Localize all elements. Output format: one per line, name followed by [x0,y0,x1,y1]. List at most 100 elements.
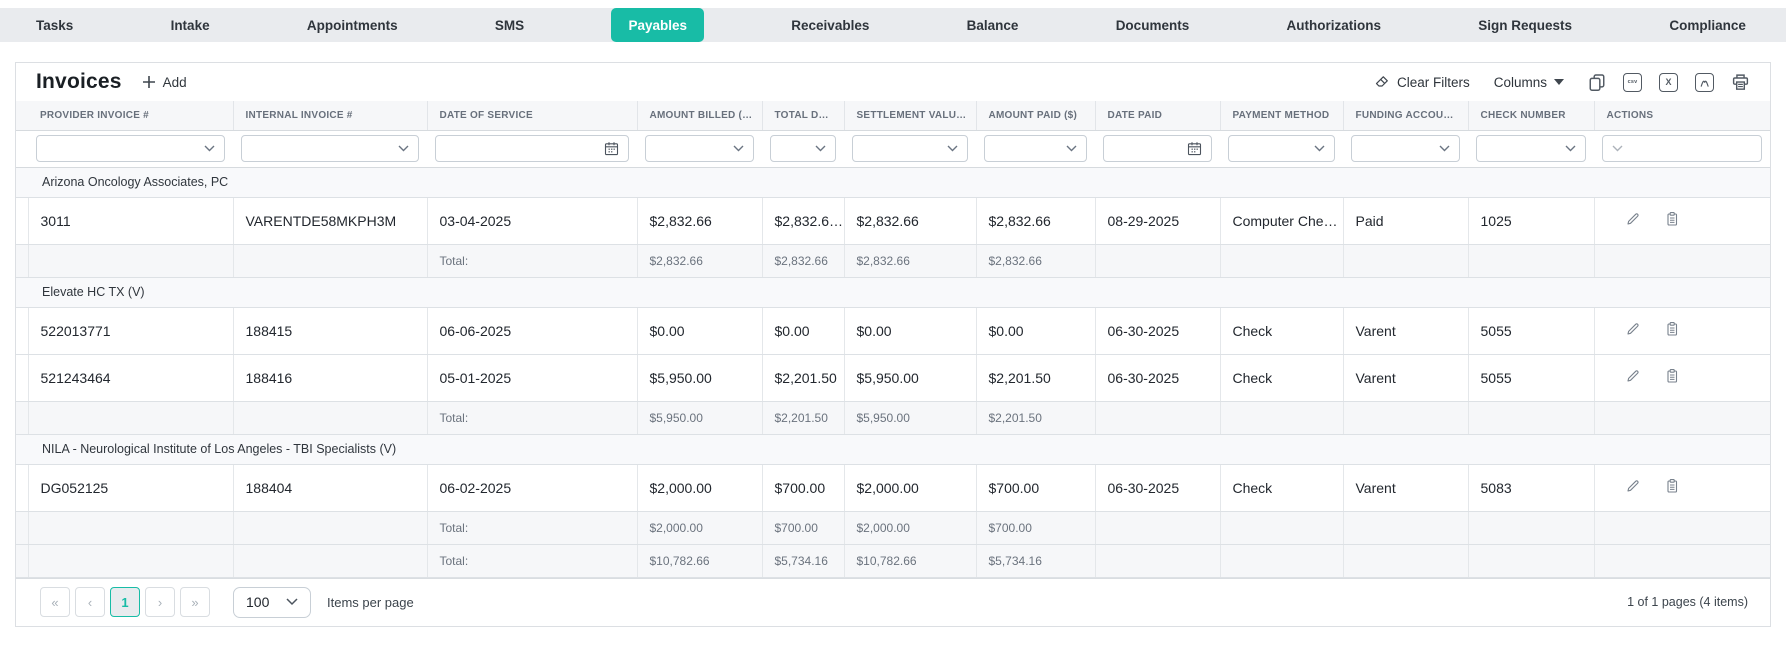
cell-amount-paid: $700.00 [976,464,1096,512]
edit-button[interactable] [1625,321,1641,337]
filter-amount-paid[interactable] [984,135,1087,162]
group-total-row: Total: $2,832.66 $2,832.66 $2,832.66 $2,… [16,244,1770,278]
next-page-button[interactable]: › [145,587,175,617]
cell-total-due: $2,201.50 [762,354,845,402]
cell-payment-method: Check [1220,354,1344,402]
cell-total-due: $0.00 [762,307,845,355]
table-row[interactable]: 3011 VARENTDE58MKPH3M 03-04-2025 $2,832.… [16,197,1770,245]
col-check-number[interactable]: CHECK NUMBER [1468,101,1595,131]
total-label: Total: [427,544,638,578]
filter-date-paid[interactable] [1103,135,1212,162]
tab-receivables[interactable]: Receivables [781,8,879,42]
table-row[interactable]: 521243464 188416 05-01-2025 $5,950.00 $2… [16,354,1770,402]
filter-total-due[interactable] [770,135,836,162]
filter-settlement-value[interactable] [852,135,968,162]
calendar-icon [604,141,619,156]
filter-actions[interactable] [1602,135,1762,162]
cell-payment-method: Computer Che… [1220,197,1344,245]
notes-button[interactable] [1664,368,1680,384]
edit-button[interactable] [1625,478,1641,494]
pager: « ‹ 1 › » 100 Items per page 1 of 1 page… [16,577,1770,626]
export-pdf-button[interactable] [1695,72,1714,92]
col-funding-account[interactable]: FUNDING ACCOU… [1343,101,1469,131]
tab-appointments[interactable]: Appointments [297,8,408,42]
filter-date-of-service[interactable] [435,135,629,162]
pencil-icon [1625,211,1641,227]
page-size-select[interactable]: 100 [233,586,311,618]
group-name: NILA - Neurological Institute of Los Ang… [16,433,1770,465]
cell-check-number: 5055 [1468,307,1595,355]
cell-check-number: 5055 [1468,354,1595,402]
col-payment-method[interactable]: PAYMENT METHOD [1220,101,1344,131]
toolbar-right: Clear Filters Columns csv X [1373,72,1750,92]
col-provider-invoice[interactable]: PROVIDER INVOICE # [28,101,234,131]
export-csv-button[interactable]: csv [1623,72,1642,92]
cell-date-of-service: 06-06-2025 [427,307,638,355]
cell-amount-paid: $0.00 [976,307,1096,355]
grand-total-amount-billed: $10,782.66 [637,544,763,578]
total-amount-billed: $2,832.66 [637,244,763,278]
group-header-row: Arizona Oncology Associates, PC [16,166,1770,198]
columns-button[interactable]: Columns [1494,75,1564,90]
last-page-button[interactable]: » [180,587,210,617]
tab-payables[interactable]: Payables [611,8,704,42]
group-header-row: Elevate HC TX (V) [16,276,1770,308]
edit-button[interactable] [1625,368,1641,384]
notes-button[interactable] [1664,321,1680,337]
clear-filters-button[interactable]: Clear Filters [1373,74,1470,90]
tab-compliance[interactable]: Compliance [1659,8,1756,42]
edit-button[interactable] [1625,211,1641,227]
col-date-paid[interactable]: DATE PAID [1095,101,1221,131]
first-page-button[interactable]: « [40,587,70,617]
col-amount-paid[interactable]: AMOUNT PAID ($) [976,101,1096,131]
tab-authorizations[interactable]: Authorizations [1276,8,1391,42]
total-settlement-value: $2,000.00 [844,511,977,545]
table-row[interactable]: 522013771 188415 06-06-2025 $0.00 $0.00 … [16,307,1770,355]
col-settlement-value[interactable]: SETTLEMENT VALU… [844,101,977,131]
group-total-row: Total: $2,000.00 $700.00 $2,000.00 $700.… [16,511,1770,545]
page-size-value: 100 [246,594,270,610]
col-internal-invoice[interactable]: INTERNAL INVOICE # [233,101,428,131]
notes-button[interactable] [1664,211,1680,227]
tab-documents[interactable]: Documents [1106,8,1200,42]
add-button[interactable]: Add [142,75,187,90]
filter-amount-billed[interactable] [645,135,754,162]
col-amount-billed[interactable]: AMOUNT BILLED (… [637,101,763,131]
tab-sms[interactable]: SMS [485,8,534,42]
cell-amount-billed: $2,000.00 [637,464,763,512]
group-indent-header [16,101,28,131]
cell-settlement-value: $2,832.66 [844,197,977,245]
table-row[interactable]: DG052125 188404 06-02-2025 $2,000.00 $70… [16,464,1770,512]
page-1-button[interactable]: 1 [110,587,140,617]
tab-sign-requests[interactable]: Sign Requests [1468,8,1582,42]
copy-button[interactable] [1588,73,1606,91]
notes-button[interactable] [1664,478,1680,494]
filter-payment-method[interactable] [1228,135,1335,162]
total-settlement-value: $5,950.00 [844,401,977,435]
cell-internal-invoice: VARENTDE58MKPH3M [233,197,428,245]
tab-balance[interactable]: Balance [957,8,1029,42]
prev-page-button[interactable]: ‹ [75,587,105,617]
tab-intake[interactable]: Intake [161,8,220,42]
export-buttons: csv X [1588,72,1750,92]
cell-payment-method: Check [1220,464,1344,512]
col-date-of-service[interactable]: DATE OF SERVICE [427,101,638,131]
cell-total-due: $700.00 [762,464,845,512]
filter-funding-account[interactable] [1351,135,1460,162]
col-total-due[interactable]: TOTAL D… [762,101,845,131]
cell-funding-account: Varent [1343,307,1469,355]
filter-provider-invoice[interactable] [36,135,225,162]
total-label: Total: [427,401,638,435]
clipboard-icon [1664,478,1680,494]
cell-check-number: 5083 [1468,464,1595,512]
tab-tasks[interactable]: Tasks [26,8,83,42]
group-name: Elevate HC TX (V) [16,276,1770,308]
export-excel-button[interactable]: X [1659,72,1678,92]
pencil-icon [1625,368,1641,384]
filter-check-number[interactable] [1476,135,1586,162]
grand-total-total-due: $5,734.16 [762,544,845,578]
filter-internal-invoice[interactable] [241,135,419,162]
cell-date-paid: 06-30-2025 [1095,307,1221,355]
grand-total-amount-paid: $5,734.16 [976,544,1096,578]
print-button[interactable] [1731,73,1750,92]
